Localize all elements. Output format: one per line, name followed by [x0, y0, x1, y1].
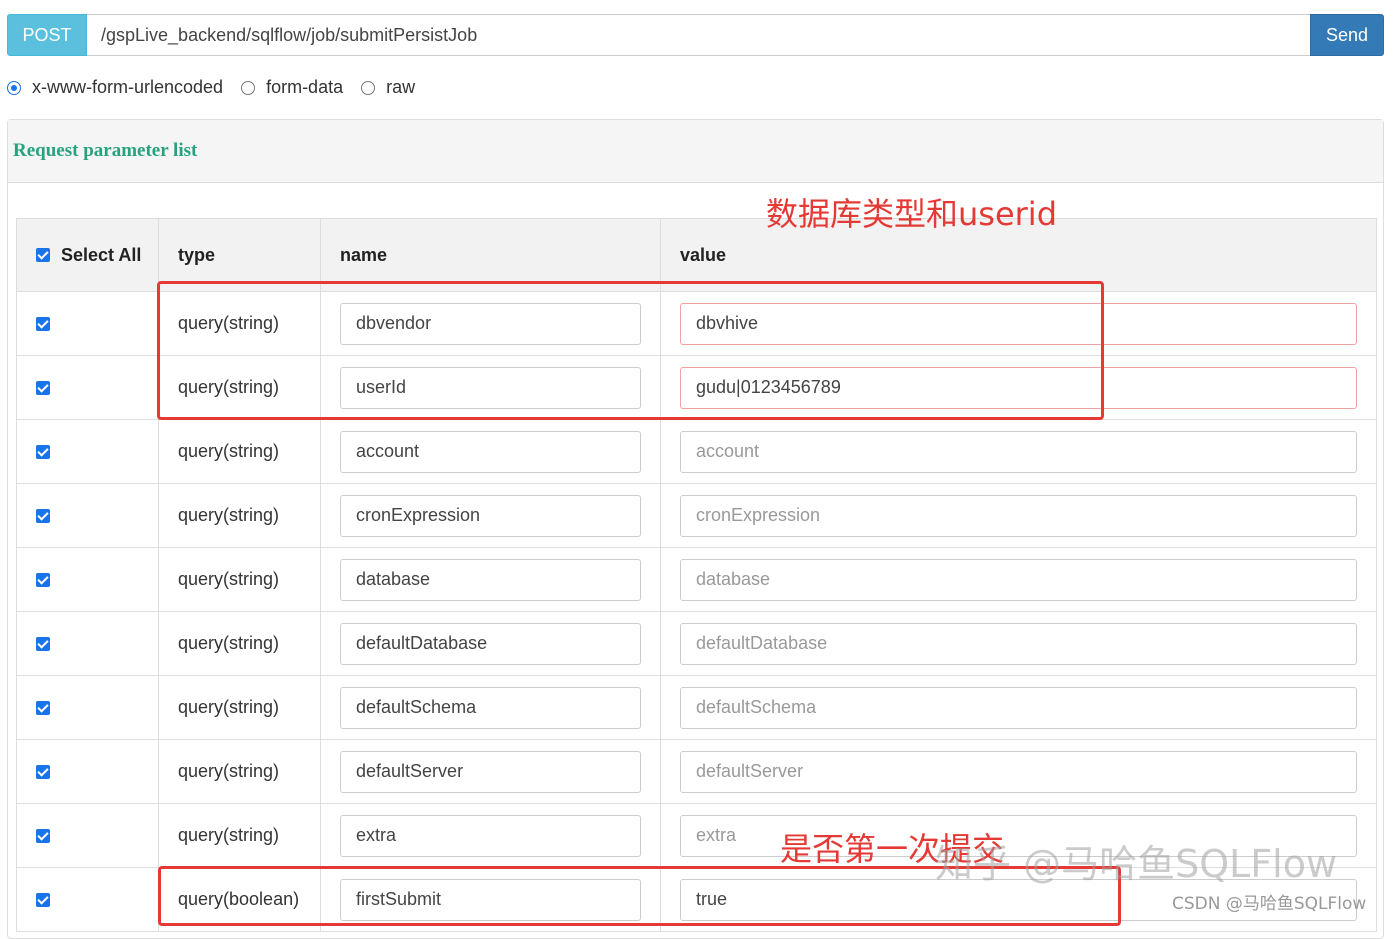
- header-select-all[interactable]: Select All: [16, 218, 159, 292]
- param-name-input[interactable]: database: [340, 558, 641, 601]
- row-name-cell: defaultServer: [320, 739, 661, 804]
- row-checkbox[interactable]: [36, 893, 50, 908]
- row-select-cell: [16, 483, 159, 548]
- row-value-cell: defaultDatabase: [660, 611, 1377, 676]
- radio-icon[interactable]: [361, 80, 376, 95]
- table-row: query(string) defaultDatabase defaultDatab…: [16, 611, 1377, 676]
- row-name-cell: cronExpression: [320, 483, 661, 548]
- radio-label: form-data: [266, 77, 344, 97]
- row-name-cell: defaultSchema: [320, 675, 661, 740]
- table-row: query(string) defaultServer defaultServer: [16, 739, 1377, 804]
- row-name-cell: defaultDatabase: [320, 611, 661, 676]
- param-name-input[interactable]: defaultSchema: [340, 686, 641, 729]
- table-row: query(string) defaultSchema defaultSchema: [16, 675, 1377, 740]
- url-input[interactable]: /gspLive_backend/sqlflow/job/submitPersi…: [87, 14, 1310, 56]
- table-row: query(string) cronExpression cronExpressio…: [16, 483, 1377, 548]
- radio-selected-icon[interactable]: [7, 80, 21, 95]
- row-select-cell: [16, 547, 159, 612]
- param-value-input[interactable]: defaultSchema: [680, 686, 1357, 729]
- table-row: query(string) database database: [16, 547, 1377, 612]
- row-checkbox[interactable]: [36, 445, 50, 460]
- zhihu-watermark: 知乎 @马哈鱼SQLFlow: [935, 842, 1338, 886]
- row-name-cell: extra: [320, 803, 661, 868]
- row-type: query(string): [158, 739, 321, 804]
- param-value-input[interactable]: defaultDatabase: [680, 622, 1357, 665]
- radio-x-www-form-urlencoded[interactable]: x-www-form-urlencoded: [7, 77, 223, 98]
- row-checkbox[interactable]: [36, 317, 50, 332]
- row-type: query(string): [158, 419, 321, 484]
- row-select-cell: [16, 803, 159, 868]
- param-value-input[interactable]: account: [680, 430, 1357, 473]
- radio-label: raw: [386, 77, 416, 97]
- row-name-cell: database: [320, 547, 661, 612]
- row-value-cell: defaultServer: [660, 739, 1377, 804]
- param-value-input[interactable]: cronExpression: [680, 494, 1357, 537]
- row-checkbox[interactable]: [36, 381, 50, 396]
- row-checkbox[interactable]: [36, 829, 50, 844]
- select-all-label: Select All: [61, 244, 142, 265]
- radio-form-data[interactable]: form-data: [241, 77, 343, 98]
- row-value-cell: cronExpression: [660, 483, 1377, 548]
- row-select-cell: [16, 867, 159, 932]
- row-checkbox[interactable]: [36, 637, 50, 652]
- request-bar: POST /gspLive_backend/sqlflow/job/submit…: [7, 14, 1384, 56]
- row-select-cell: [16, 611, 159, 676]
- row-select-cell: [16, 739, 159, 804]
- body-type-selector: x-www-form-urlencoded form-data raw: [7, 77, 433, 98]
- param-name-input[interactable]: account: [340, 430, 641, 473]
- row-value-cell: account: [660, 419, 1377, 484]
- table-row: query(string) account account: [16, 419, 1377, 484]
- method-badge[interactable]: POST: [7, 14, 87, 56]
- row-name-cell: account: [320, 419, 661, 484]
- param-name-input[interactable]: cronExpression: [340, 494, 641, 537]
- param-name-input[interactable]: defaultServer: [340, 750, 641, 793]
- row-select-cell: [16, 355, 159, 420]
- row-checkbox[interactable]: [36, 573, 50, 588]
- param-name-input[interactable]: extra: [340, 814, 641, 857]
- csdn-watermark: CSDN @马哈鱼SQLFlow: [1172, 894, 1367, 914]
- annotation-box-db-userid: [157, 281, 1104, 420]
- row-checkbox[interactable]: [36, 765, 50, 780]
- row-type: query(string): [158, 483, 321, 548]
- radio-raw[interactable]: raw: [361, 77, 415, 98]
- param-value-input[interactable]: defaultServer: [680, 750, 1357, 793]
- panel-header: Request parameter list: [8, 120, 1383, 183]
- row-checkbox[interactable]: [36, 509, 50, 524]
- row-type: query(string): [158, 611, 321, 676]
- send-button[interactable]: Send: [1310, 14, 1384, 56]
- annotation-db-userid: 数据库类型和userid: [766, 195, 1058, 233]
- param-name-input[interactable]: defaultDatabase: [340, 622, 641, 665]
- row-select-cell: [16, 419, 159, 484]
- row-type: query(string): [158, 675, 321, 740]
- param-value-input[interactable]: database: [680, 558, 1357, 601]
- row-value-cell: database: [660, 547, 1377, 612]
- select-all-checkbox[interactable]: [36, 248, 50, 262]
- row-select-cell: [16, 675, 159, 740]
- radio-label: x-www-form-urlencoded: [32, 77, 224, 97]
- parameter-panel: Request parameter list Select All type n…: [7, 119, 1384, 939]
- row-value-cell: defaultSchema: [660, 675, 1377, 740]
- row-type: query(string): [158, 803, 321, 868]
- row-select-cell: [16, 291, 159, 356]
- row-checkbox[interactable]: [36, 701, 50, 716]
- radio-icon[interactable]: [241, 80, 256, 95]
- panel-title: Request parameter list: [13, 140, 198, 161]
- row-type: query(string): [158, 547, 321, 612]
